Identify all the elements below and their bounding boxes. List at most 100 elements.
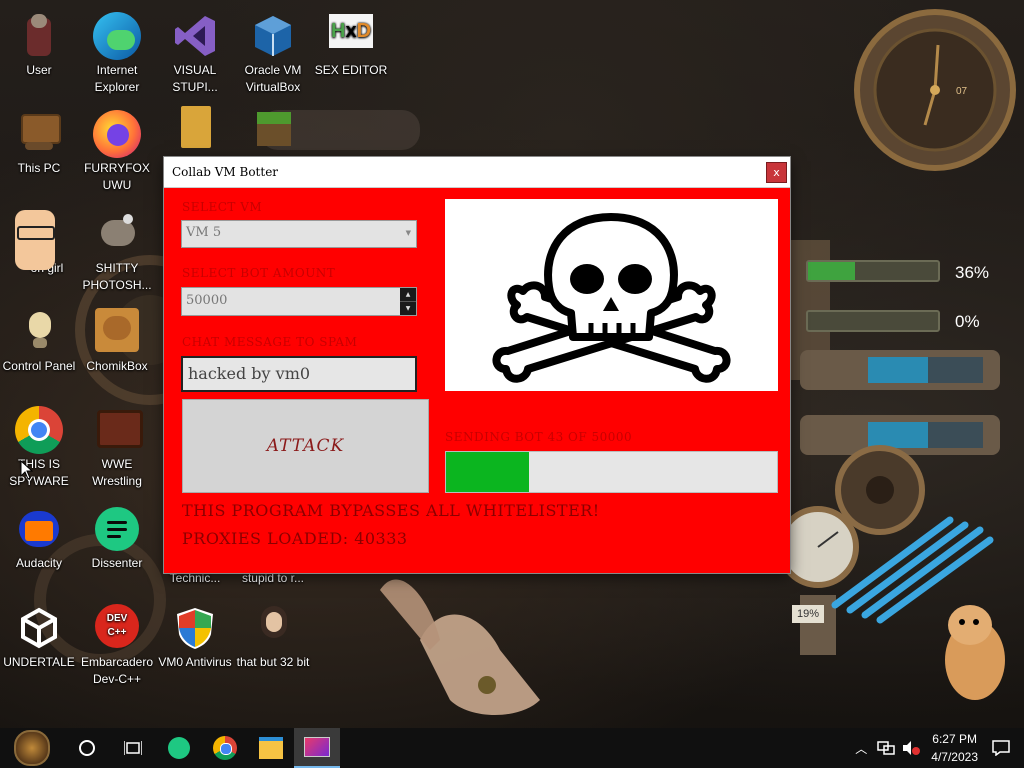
desktop-icon-on-girl[interactable]: on girl: [8, 210, 86, 277]
mouse-cursor-icon: [20, 460, 34, 480]
chat-message-value: hacked by vm0: [188, 364, 311, 383]
desktop-icon-that-but-32-bit[interactable]: that but 32 bit: [234, 604, 312, 671]
desktop-icon-label: VISUAL STUPI...: [172, 63, 218, 94]
network-icon[interactable]: [877, 740, 896, 756]
attack-button[interactable]: ATTACK: [182, 399, 429, 493]
chat-message-label: CHAT MESSAGE TO SPAM: [182, 335, 358, 349]
file-icon: [171, 106, 219, 154]
lightbulb-icon: [15, 308, 63, 356]
audacity-icon: [15, 505, 63, 553]
clock-widget-day: 07: [956, 86, 968, 97]
desktop-icon-label: Embarcadero Dev-C++: [80, 655, 154, 686]
desktop-icon-label: Dissenter: [91, 556, 143, 570]
pressure-gauge-label: 19%: [797, 608, 820, 620]
app-window-icon: [304, 737, 330, 757]
bot-amount-value: 50000: [186, 293, 228, 308]
desktop-icon-file[interactable]: [156, 106, 234, 156]
collab-vm-botter-window: Collab VM Botter x SELECT VM VM 5 ▼ SELE…: [164, 157, 790, 573]
vm-select-value: VM 5: [186, 225, 222, 240]
desktop-icon-user[interactable]: User: [0, 12, 78, 79]
desktop-icon-label: UNDERTALE: [3, 655, 75, 669]
desktop-icon-label: VM0 Antivirus: [158, 655, 232, 669]
skull-and-crossbones-icon: [492, 213, 731, 383]
desktop-icon-label: Control Panel: [2, 359, 76, 373]
increment-icon[interactable]: ▲: [400, 288, 416, 302]
dissenter-icon: [93, 505, 141, 553]
desktop-icon-audacity[interactable]: Audacity: [0, 505, 78, 572]
desktop-icon-label: that but 32 bit: [236, 655, 310, 669]
desktop-icon-virtualbox[interactable]: Oracle VM VirtualBox: [234, 12, 312, 96]
desktop-icon-label: ChomikBox: [86, 359, 148, 373]
desktop-icon-undertale[interactable]: UNDERTALE: [0, 604, 78, 671]
chevron-down-icon: ▼: [405, 229, 411, 237]
search-button[interactable]: [64, 728, 110, 768]
desktop-icon-wwe-wrestling[interactable]: WWE Wrestling: [78, 406, 156, 490]
desktop-icon-dissenter[interactable]: Dissenter: [78, 505, 156, 572]
taskbar-chrome[interactable]: [202, 728, 248, 768]
notifications-icon[interactable]: [992, 740, 1010, 756]
grass-block-icon: [249, 106, 297, 154]
desktop-icon-minecraft[interactable]: [234, 106, 312, 156]
vm-select[interactable]: VM 5 ▼: [181, 220, 417, 248]
start-button[interactable]: [0, 728, 64, 768]
cpu-gauge-fill: [808, 262, 855, 280]
chrome-icon: [15, 406, 63, 454]
bypass-text: THIS PROGRAM BYPASSES ALL WHITELISTER!: [182, 501, 600, 520]
tv-icon: [93, 406, 143, 454]
sending-status-text: SENDING BOT 43 OF 50000: [445, 430, 633, 444]
task-view-icon: [124, 741, 142, 755]
ram-gauge: [792, 306, 952, 336]
window-titlebar[interactable]: Collab VM Botter x: [164, 157, 790, 188]
desktop-icon-label: SEX EDITOR: [314, 63, 388, 77]
close-button[interactable]: x: [766, 161, 787, 183]
window-title: Collab VM Botter: [172, 165, 279, 179]
visual-studio-icon: [171, 12, 219, 60]
bot-amount-stepper[interactable]: 50000 ▲ ▼: [181, 287, 417, 316]
edge-icon: [93, 12, 141, 60]
chevron-up-icon[interactable]: ︿: [855, 740, 867, 757]
task-view-button[interactable]: [110, 728, 156, 768]
desktop-icon-visual-studio[interactable]: VISUAL STUPI...: [156, 12, 234, 96]
desktop-icon-this-pc[interactable]: This PC: [0, 110, 78, 177]
desktop-icon-shitty-photoshop[interactable]: SHITTY PHOTOSH...: [78, 210, 156, 294]
desktop-icon-label: User: [26, 63, 52, 77]
shield-icon: [171, 604, 219, 652]
search-circle-icon: [79, 740, 95, 756]
stepper-buttons: ▲ ▼: [400, 288, 416, 315]
computer-icon: [15, 110, 63, 158]
chat-message-input[interactable]: hacked by vm0: [181, 356, 417, 392]
cartoon-face-icon: [15, 210, 71, 270]
taskbar-dissenter[interactable]: [156, 728, 202, 768]
desktop-icon-dev-cpp[interactable]: DEV C++ Embarcadero Dev-C++: [78, 604, 156, 688]
decrement-icon[interactable]: ▼: [400, 302, 416, 315]
select-vm-label: SELECT VM: [182, 200, 263, 214]
desktop-icon-furryfox[interactable]: FURRYFOX UWU: [78, 110, 156, 194]
desktop-icon-label: This PC: [17, 161, 61, 175]
portrait-icon: [249, 604, 297, 652]
clock-date: 4/7/2023: [931, 750, 978, 764]
sending-progress-bar: [445, 451, 778, 493]
hamster-box-icon: [93, 308, 141, 356]
sending-progress-fill: [446, 452, 529, 492]
desktop-icon-sex-editor[interactable]: HxD SEX EDITOR: [312, 12, 390, 79]
system-tray: ︿ 6:27 PM 4/7/2023: [855, 728, 1024, 768]
desktop-icon-control-panel[interactable]: Control Panel: [0, 308, 78, 375]
taskbar: ︿ 6:27 PM 4/7/2023: [0, 728, 1024, 768]
taskbar-clock[interactable]: 6:27 PM 4/7/2023: [931, 730, 978, 766]
cpu-gauge-percent: 36%: [955, 263, 990, 282]
desktop-icon-label: WWE Wrestling: [92, 457, 142, 488]
desktop-icon-label: SHITTY PHOTOSH...: [82, 261, 152, 292]
desktop-icon-internet-explorer[interactable]: Internet Explorer: [78, 12, 156, 96]
desktop-icon-label: Audacity: [15, 556, 63, 570]
desktop-icon-chomikbox[interactable]: ChomikBox: [78, 308, 156, 375]
virtualbox-icon: [249, 12, 297, 60]
desktop-icon-vm0-antivirus[interactable]: VM0 Antivirus: [156, 604, 234, 671]
chrome-icon: [213, 736, 237, 760]
volume-muted-icon[interactable]: [901, 740, 921, 756]
taskbar-botter-app[interactable]: [294, 728, 340, 768]
cpu-gauge: [792, 256, 952, 286]
devcpp-icon: DEV C++: [93, 604, 141, 652]
user-folder-icon: [15, 12, 63, 60]
desktop-icon-this-is-spyware[interactable]: THIS IS SPYWARE: [0, 406, 78, 490]
taskbar-file-explorer[interactable]: [248, 728, 294, 768]
